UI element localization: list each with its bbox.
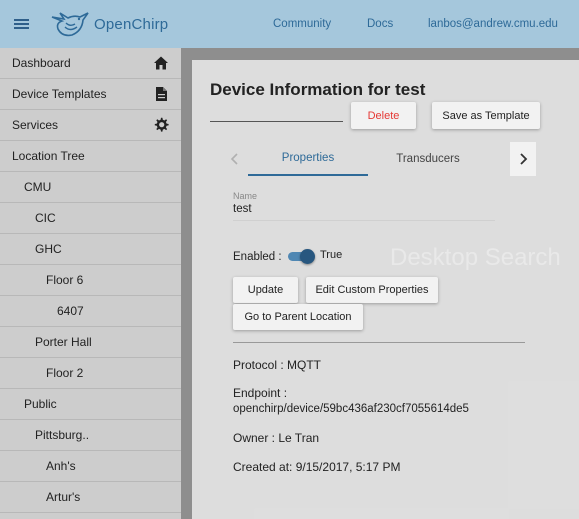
sidebar-item-location-tree[interactable]: Location Tree <box>0 141 181 172</box>
sidebar-item-label: Public <box>24 397 57 411</box>
tab-label: Transducers <box>396 153 460 165</box>
name-field[interactable]: test <box>233 203 252 215</box>
top-app-bar: OpenChirp Community Docs lanbos@andrew.c… <box>0 0 579 48</box>
sidebar-item-device-templates[interactable]: Device Templates <box>0 79 181 110</box>
docs-link[interactable]: Docs <box>367 18 393 30</box>
sidebar-item-label: Floor 6 <box>46 273 84 287</box>
document-icon <box>156 87 167 101</box>
section-divider <box>233 342 525 343</box>
protocol-info: Protocol : MQTT <box>233 358 322 372</box>
owner-info: Owner : Le Tran <box>233 431 320 445</box>
title-underline <box>210 121 343 122</box>
sidebar-item-cic[interactable]: CIC <box>0 203 181 234</box>
hamburger-menu-icon[interactable] <box>14 16 34 32</box>
sidebar-item-anhs[interactable]: Anh's <box>0 451 181 482</box>
sidebar-item-label: Dashboard <box>12 56 71 70</box>
sidebar-item-cmu[interactable]: CMU <box>0 172 181 203</box>
sidebar-item-pittsburg[interactable]: Pittsburg.. <box>0 420 181 451</box>
sidebar-item-label: Artur's <box>46 490 81 504</box>
sidebar-item-floor-2[interactable]: Floor 2 <box>0 358 181 389</box>
tab-scroll-left-button[interactable] <box>222 142 248 176</box>
app-name: OpenChirp <box>94 15 169 33</box>
page-title: Device Information for test <box>210 80 426 99</box>
endpoint-label: Endpoint : <box>233 386 288 400</box>
sidebar-item-label: Location Tree <box>12 149 85 163</box>
enabled-value: True <box>320 249 343 261</box>
sidebar-item-dashboard[interactable]: Dashboard <box>0 48 181 79</box>
tabs-bar: Properties Transducers <box>222 142 536 176</box>
update-button[interactable]: Update <box>233 277 298 303</box>
sidebar-item-porter-hall[interactable]: Porter Hall <box>0 327 181 358</box>
sidebar-item-label: Porter Hall <box>35 335 92 349</box>
name-field-underline <box>233 220 495 221</box>
community-link[interactable]: Community <box>273 18 331 30</box>
sidebar-item-label: CMU <box>24 180 52 194</box>
tab-properties[interactable]: Properties <box>248 142 368 176</box>
name-field-label: Name <box>233 191 258 201</box>
go-to-parent-location-button[interactable]: Go to Parent Location <box>233 304 363 330</box>
tab-transducers[interactable]: Transducers <box>368 142 488 176</box>
sidebar-item-6407[interactable]: 6407 <box>0 296 181 327</box>
gear-icon <box>154 117 169 132</box>
sidebar-item-label: Floor 2 <box>46 366 84 380</box>
sidebar-item-label: Pittsburg.. <box>35 428 90 442</box>
sidebar-item-label: 6407 <box>57 304 84 318</box>
app-logo[interactable]: OpenChirp <box>50 9 168 39</box>
chevron-left-icon <box>230 153 238 165</box>
sidebar-item-label: Device Templates <box>12 87 107 101</box>
sidebar: Dashboard Device Templates Services Loca… <box>0 48 181 519</box>
tab-label: Properties <box>281 152 335 164</box>
home-icon <box>154 56 168 70</box>
edit-custom-properties-button[interactable]: Edit Custom Properties <box>306 277 438 303</box>
sidebar-item-floor-6[interactable]: Floor 6 <box>0 265 181 296</box>
sidebar-item-label: Services <box>12 118 59 132</box>
tab-scroll-right-button[interactable] <box>510 142 536 176</box>
chevron-right-icon <box>520 153 528 165</box>
sidebar-item-label: Anh's <box>46 459 76 473</box>
delete-button[interactable]: Delete <box>351 102 416 129</box>
openchirp-bird-icon <box>51 12 89 37</box>
sidebar-item-ghc[interactable]: GHC <box>0 234 181 265</box>
enabled-label: Enabled : <box>233 251 282 263</box>
sidebar-item-label: GHC <box>35 242 62 256</box>
enabled-toggle[interactable] <box>288 249 315 264</box>
sidebar-item-public[interactable]: Public <box>0 389 181 420</box>
save-as-template-button[interactable]: Save as Template <box>432 102 540 129</box>
sidebar-item-services[interactable]: Services <box>0 110 181 141</box>
created-at-info: Created at: 9/15/2017, 5:17 PM <box>233 460 401 474</box>
user-email-link[interactable]: lanbos@andrew.cmu.edu <box>428 18 558 30</box>
sidebar-item-label: CIC <box>35 211 56 225</box>
sidebar-item-arturs[interactable]: Artur's <box>0 482 181 513</box>
endpoint-value: openchirp/device/59bc436af230cf7055614de… <box>233 403 469 415</box>
